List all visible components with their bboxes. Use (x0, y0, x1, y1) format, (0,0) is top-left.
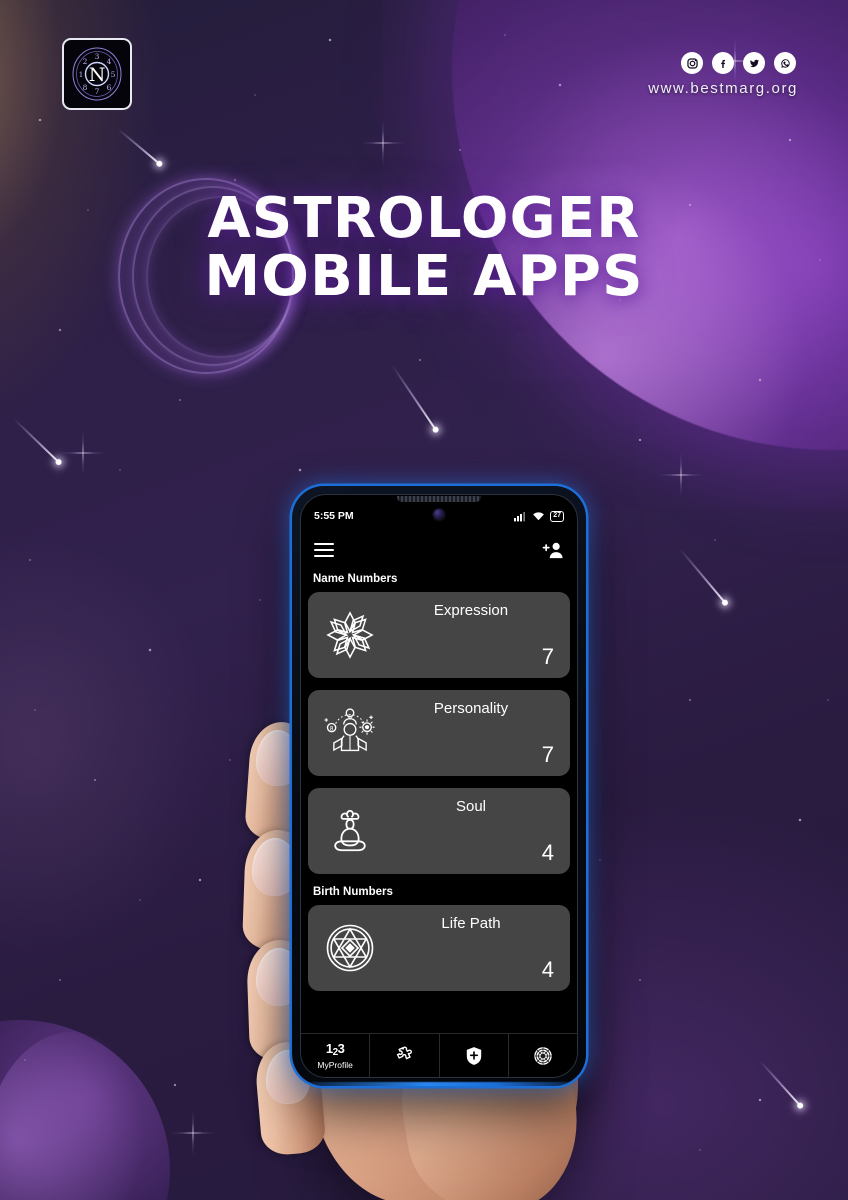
poster-canvas: N 123 456 78 www.bestmarg.org ASTROLOGER… (0, 0, 848, 1200)
puzzle-piece-icon (396, 1046, 412, 1060)
nav-item-shield[interactable] (440, 1034, 509, 1077)
numerology-card-personality[interactable]: 8 Personality 7 (308, 690, 570, 776)
svg-text:8: 8 (83, 83, 88, 92)
earpiece-speaker (397, 496, 481, 502)
card-value: 7 (541, 742, 554, 767)
screen-content[interactable]: Name Numbers Expression 7 8 Personality … (301, 567, 577, 1033)
twitter-icon[interactable] (743, 52, 765, 74)
numerology-card-expression[interactable]: Expression 7 (308, 592, 570, 678)
card-label: Life Path (441, 915, 501, 932)
battery-icon: 27 (550, 510, 564, 522)
app-bar (301, 533, 577, 567)
svg-text:6: 6 (107, 83, 112, 92)
numerology-wheel-logo-icon: N 123 456 78 (72, 47, 122, 101)
phone-mockup: 5:55 PM 27 Name Numbers Expression 7 8 P… (292, 486, 586, 1086)
svg-text:7: 7 (95, 87, 100, 96)
instagram-icon[interactable] (681, 52, 703, 74)
shield-icon (466, 1046, 481, 1065)
sacred-geometry-icon (316, 913, 384, 983)
card-label: Personality (433, 700, 509, 717)
brand-logo[interactable]: N 123 456 78 (62, 38, 132, 110)
hamburger-menu-icon[interactable] (314, 543, 334, 557)
signal-bars-icon (514, 511, 526, 521)
wifi-icon (533, 511, 545, 520)
nav-item-myprofile[interactable]: 123 MyProfile (301, 1034, 371, 1077)
card-label: Soul (455, 798, 487, 815)
status-time: 5:55 PM (314, 510, 354, 522)
svg-text:N: N (89, 64, 106, 86)
phone-bottom-edge-glow (302, 1082, 576, 1086)
title-line-1: ASTROLOGER (207, 186, 641, 251)
svg-text:3: 3 (95, 52, 100, 61)
whatsapp-icon[interactable] (774, 52, 796, 74)
svg-text:1: 1 (79, 70, 84, 79)
social-links (681, 52, 796, 74)
numbers-123-icon: 123 (325, 1041, 345, 1058)
numerology-card-soul[interactable]: Soul 4 (308, 788, 570, 874)
title-line-2: MOBILE APPS (204, 243, 644, 309)
svg-text:4: 4 (107, 57, 112, 66)
facebook-icon[interactable] (712, 52, 734, 74)
bottom-navigation: 123 MyProfile (301, 1033, 577, 1077)
numerology-card-life-path[interactable]: Life Path 4 (308, 905, 570, 991)
page-title: ASTROLOGER MOBILE APPS (0, 190, 848, 305)
nav-label: MyProfile (317, 1060, 353, 1070)
card-value: 4 (541, 957, 554, 982)
mandala-flower-icon (316, 600, 384, 670)
section-title-name-numbers: Name Numbers (313, 573, 398, 585)
svg-text:2: 2 (83, 57, 88, 66)
svg-text:5: 5 (111, 70, 116, 79)
mandala-wheel-icon (534, 1046, 552, 1065)
person-idea-icon: 8 (316, 698, 384, 768)
phone-screen: 5:55 PM 27 Name Numbers Expression 7 8 P… (300, 494, 578, 1078)
website-url[interactable]: www.bestmarg.org (648, 80, 798, 97)
nav-item-mandala[interactable] (509, 1034, 577, 1077)
svg-text:8: 8 (330, 726, 334, 732)
section-title-birth-numbers: Birth Numbers (313, 886, 393, 898)
card-value: 4 (541, 840, 554, 865)
meditation-lotus-icon (316, 796, 384, 866)
card-label: Expression (433, 602, 509, 619)
card-value: 7 (541, 644, 554, 669)
add-person-icon[interactable] (542, 541, 564, 559)
nav-item-puzzle[interactable] (370, 1034, 440, 1077)
front-camera-punchhole (433, 509, 445, 520)
